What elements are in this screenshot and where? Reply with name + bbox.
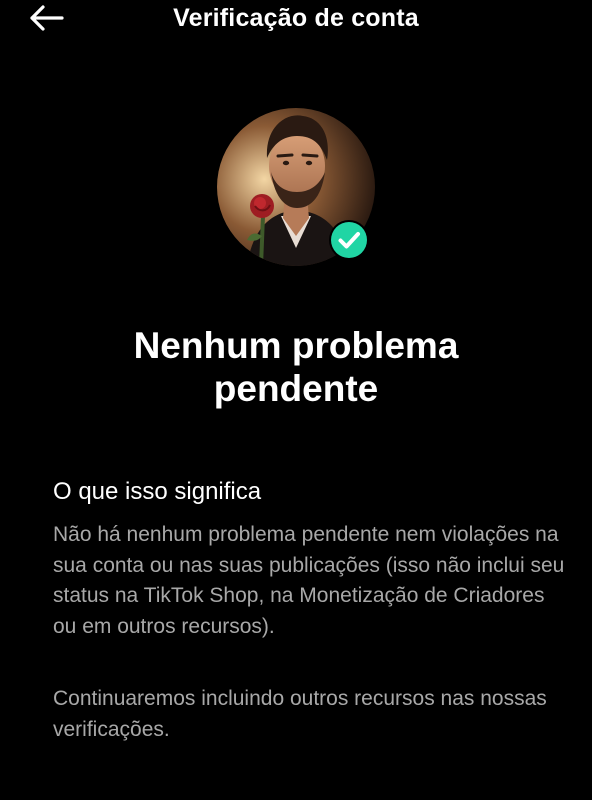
top-bar: Verificação de conta xyxy=(0,0,592,40)
page-title: Verificação de conta xyxy=(173,4,419,32)
description-paragraph-2: Continuaremos incluindo outros recursos … xyxy=(53,687,547,741)
verified-badge xyxy=(329,220,369,260)
status-heading-line-2: pendente xyxy=(213,368,379,409)
check-circle-icon xyxy=(329,220,369,260)
profile-avatar-container xyxy=(217,108,375,266)
status-heading-line-1: Nenhum problema xyxy=(133,325,459,366)
status-heading: Nenhum problema pendente xyxy=(0,324,592,410)
description-paragraph-1: Não há nenhum problema pendente nem viol… xyxy=(53,523,565,638)
section-title: O que isso significa xyxy=(53,478,262,505)
